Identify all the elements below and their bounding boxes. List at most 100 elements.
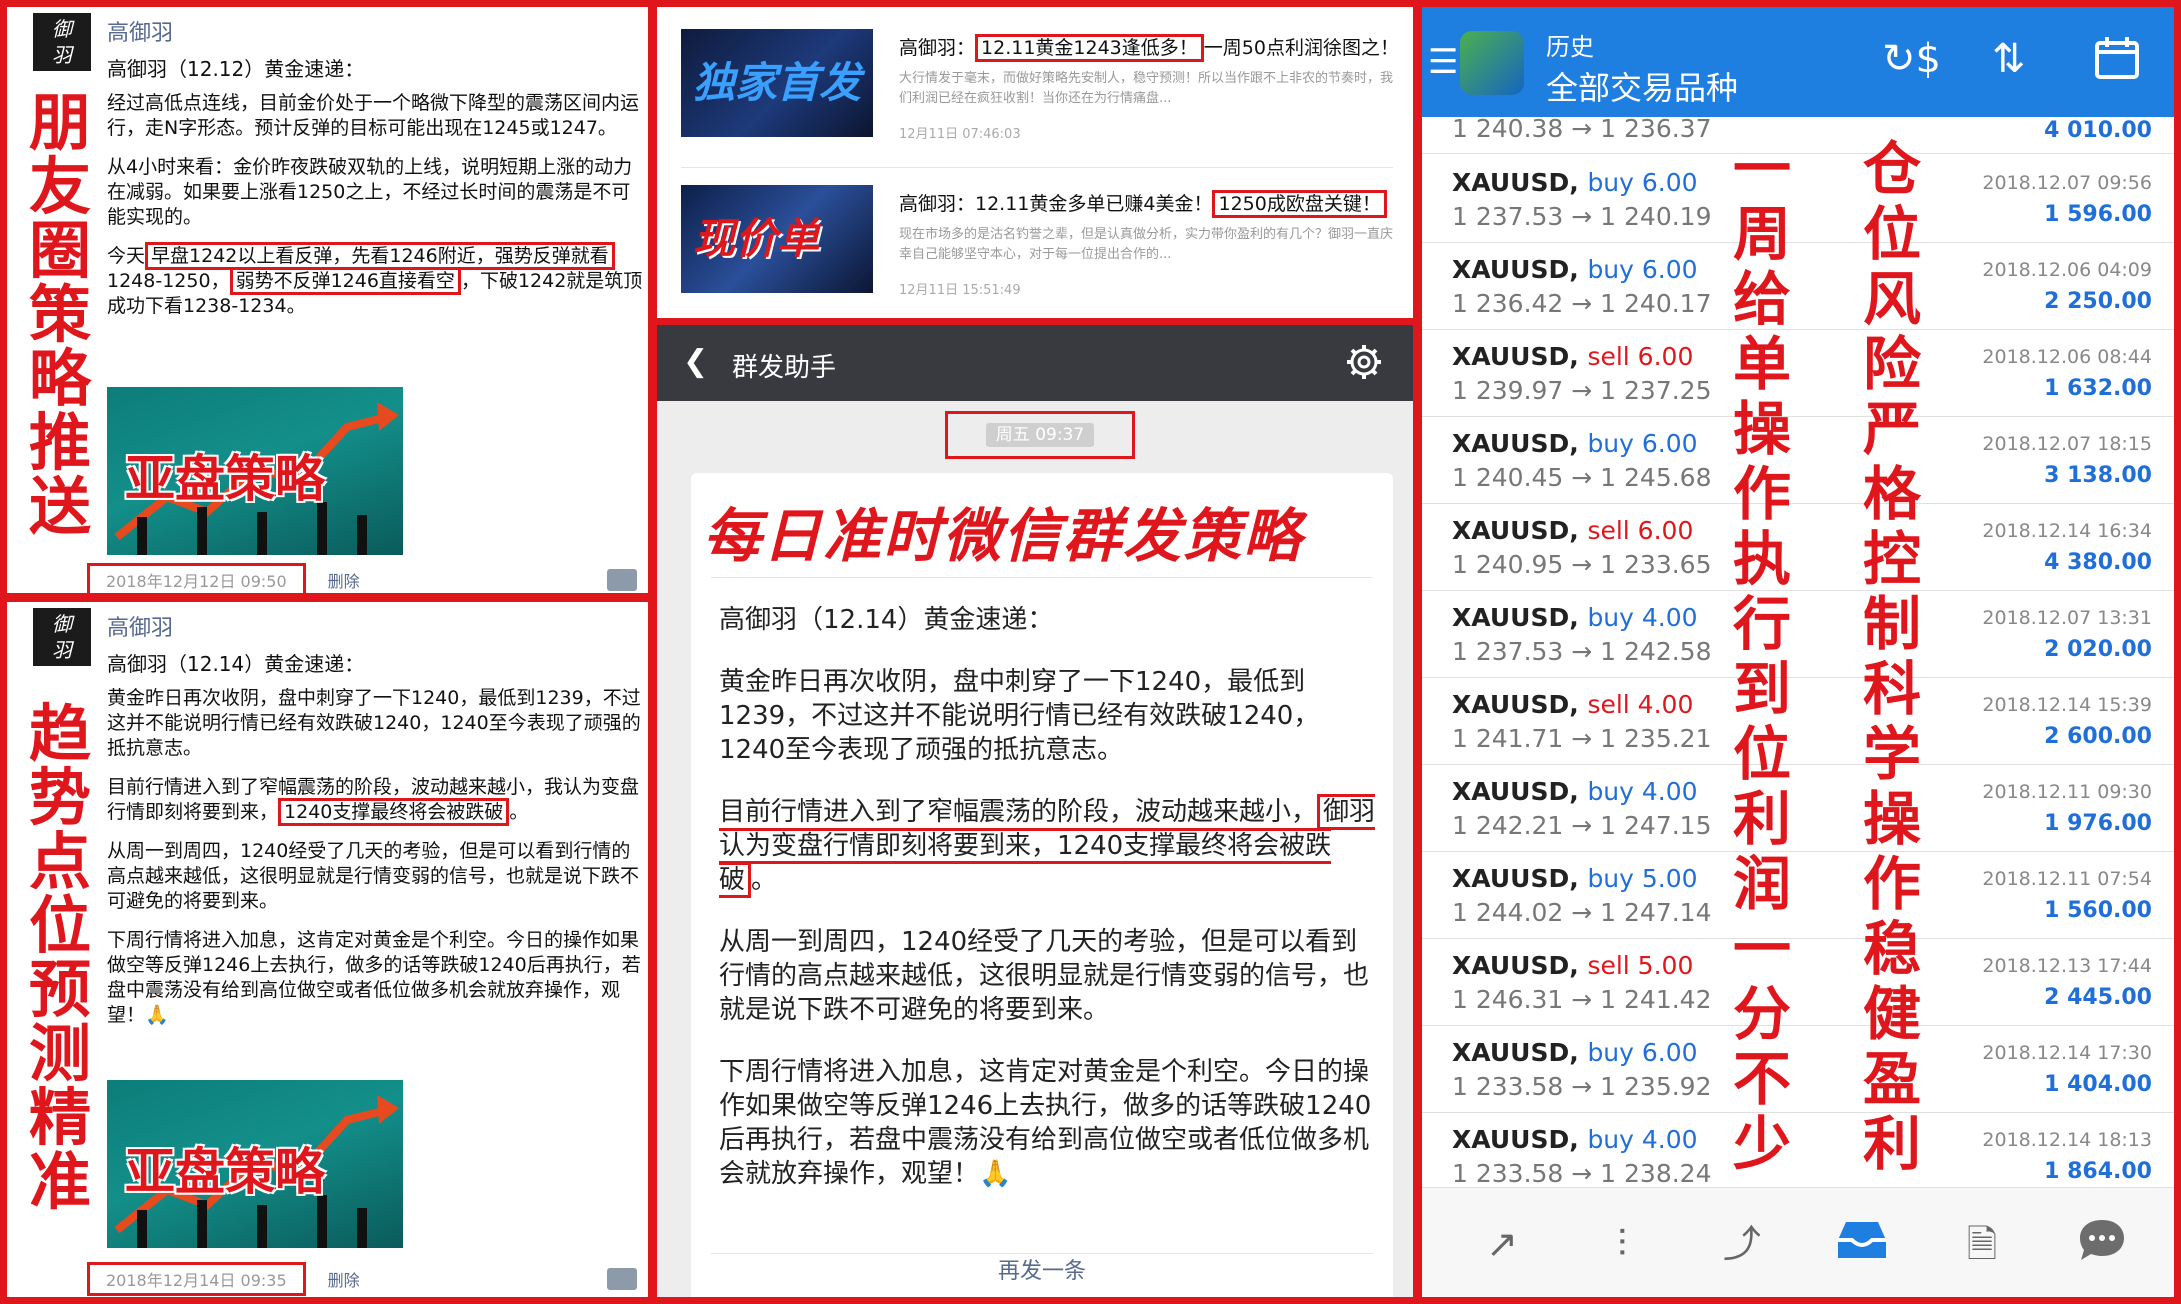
send-again-button[interactable]: 再发一条 xyxy=(691,1253,1393,1285)
bottom-nav: ↗ ⫶ ⤴ 🗎 xyxy=(1422,1187,2174,1297)
trade-symbol: XAUUSD, sell 6.00 xyxy=(1452,342,1693,371)
chart-icon[interactable]: ⫶ xyxy=(1592,1216,1652,1272)
post-meta: 2018年12月14日 09:35 删除 xyxy=(87,1262,360,1296)
message-paragraph: 下周行情将进入加息，这肯定对黄金是个利空。今日的操作如果做空等反弹1246上去执… xyxy=(719,1057,1372,1189)
news-icon[interactable]: 🗎 xyxy=(1952,1216,2012,1272)
trade-profit: 4 010.00 xyxy=(2044,118,2152,143)
trade-symbol: XAUUSD, sell 5.00 xyxy=(1452,951,1693,980)
trade-side: buy 4.00 xyxy=(1587,603,1698,632)
comment-icon[interactable] xyxy=(607,569,637,591)
article-title-text: 高御羽：12.11黄金多单已赚4美金！ xyxy=(899,193,1213,215)
banner-title: 亚盘策略 xyxy=(125,1142,325,1201)
trade-prices: 1 240.95 → 1 233.65 xyxy=(1452,550,1712,579)
header-title[interactable]: 全部交易品种 xyxy=(1546,63,1738,109)
menu-icon[interactable]: ☰ xyxy=(1428,45,1458,79)
trade-profit: 2 600.00 xyxy=(2044,724,2152,749)
trade-prices: 1 244.02 → 1 247.14 xyxy=(1452,898,1712,927)
history-icon[interactable] xyxy=(1832,1216,1892,1272)
trade-profit: 1 404.00 xyxy=(2044,1072,2152,1097)
post-paragraph: 经过高低点连线，目前金价处于一个略微下降型的震荡区间内运行，走N字形态。预计反弹… xyxy=(107,92,640,139)
message-paragraph: 黄金昨日再次收阴，盘中刺穿了一下1240，最低到1239，不过这并不能说明行情已… xyxy=(719,667,1320,765)
article-list: 独家首发 高御羽： 12.11黄金1243逢低多！ 一周50点利润徐图之！ 大行情发… xyxy=(650,0,1420,326)
trade-symbol: XAUUSD, buy 4.00 xyxy=(1452,777,1698,806)
trade-profit: 3 138.00 xyxy=(2044,463,2152,488)
trade-side: buy 4.00 xyxy=(1587,777,1698,806)
post-timestamp: 2018年12月12日 09:50 xyxy=(87,563,306,593)
symbol-label: XAUUSD, xyxy=(1452,951,1579,980)
post-text: 。 xyxy=(509,801,529,823)
header-subtitle: 历史 xyxy=(1546,33,1594,61)
post-paragraph: 下周行情将进入加息，这肯定对黄金是个利空。今日的操作如果做空等反弹1246上去执… xyxy=(107,929,641,1026)
message-time-label: 周五 09:37 xyxy=(985,423,1095,447)
trade-profit: 4 380.00 xyxy=(2044,550,2152,575)
currency-swap-icon[interactable]: ↻$ xyxy=(1882,35,1941,83)
post-paragraph: 黄金昨日再次收阴，盘中刺穿了一下1240，最低到1239，不过这并不能说明行情已… xyxy=(107,687,641,759)
trade-icon[interactable]: ⤴ xyxy=(1712,1216,1772,1272)
symbol-label: XAUUSD, xyxy=(1452,1038,1579,1067)
message-body: 高御羽（12.14）黄金速递： 黄金昨日再次收阴，盘中刺穿了一下1240，最低到… xyxy=(719,603,1379,1219)
post-title: 高御羽（12.14）黄金速递： xyxy=(107,652,365,676)
sort-icon[interactable]: ⇅ xyxy=(1992,35,2026,83)
trade-side: sell 6.00 xyxy=(1587,342,1694,371)
post-title: 高御羽（12.12）黄金速递： xyxy=(107,57,365,81)
delete-link[interactable]: 删除 xyxy=(328,1271,360,1290)
banner-title: 亚盘策略 xyxy=(125,449,325,508)
trade-profit: 1 864.00 xyxy=(2044,1159,2152,1184)
gear-icon[interactable] xyxy=(1345,343,1383,385)
trade-profit: 2 020.00 xyxy=(2044,637,2152,662)
symbol-label: XAUUSD, xyxy=(1452,342,1579,371)
article-title-text: 一周50点利润徐图之！ xyxy=(1203,37,1399,59)
article-item[interactable]: 现价单 高御羽：12.11黄金多单已赚4美金！ 1250成欧盘关键！ 现在市场多的… xyxy=(667,169,1413,319)
symbol-label: XAUUSD, xyxy=(1452,603,1579,632)
trade-prices: 1 241.71 → 1 235.21 xyxy=(1452,724,1712,753)
article-thumbnail: 现价单 xyxy=(681,185,873,293)
post-paragraph: 今天 早盘1242以上看反弹，先看1246附近，强势反弹就看1248-1250，弱… xyxy=(107,242,647,319)
vertical-caption: 一周给单操作执行到位利润一分不少 xyxy=(1732,135,1791,1178)
author-name[interactable]: 高御羽 xyxy=(107,15,173,47)
trade-date: 2018.12.11 07:54 xyxy=(1982,868,2152,890)
post-paragraph: 从4小时来看：金价昨夜跌破双轨的上线，说明短期上涨的动力在减弱。如果要上涨看12… xyxy=(107,156,633,228)
message-text: 目前行情进入到了窄幅震荡的阶段，波动越来越小， xyxy=(719,797,1318,827)
trade-symbol: XAUUSD, buy 6.00 xyxy=(1452,429,1698,458)
comment-icon[interactable] xyxy=(607,1268,637,1290)
trade-date: 2018.12.07 18:15 xyxy=(1982,433,2152,455)
strategy-banner-image[interactable]: 亚盘策略 xyxy=(107,1080,403,1248)
trade-prices: 1 242.21 → 1 247.15 xyxy=(1452,811,1712,840)
article-time: 12月11日 15:51:49 xyxy=(899,283,1021,298)
strategy-banner-image[interactable]: 亚盘策略 xyxy=(107,387,403,555)
article-item[interactable]: 独家首发 高御羽： 12.11黄金1243逢低多！ 一周50点利润徐图之！ 大行情发… xyxy=(667,13,1413,163)
trade-side: sell 5.00 xyxy=(1587,951,1694,980)
trade-side: sell 4.00 xyxy=(1587,690,1694,719)
trade-profit: 2 445.00 xyxy=(2044,985,2152,1010)
article-title: 高御羽： 12.11黄金1243逢低多！ 一周50点利润徐图之！ xyxy=(899,33,1399,62)
moments-post-1212: 朋友圈策略推送 御羽 高御羽 高御羽（12.12）黄金速递： 经过高低点连线，目… xyxy=(0,0,655,600)
avatar[interactable]: 御羽 xyxy=(33,13,91,71)
article-summary: 大行情发于毫末，而做好策略先安制人，稳守预测！所以当作跟不上非农的节奏时，我们利… xyxy=(899,71,1394,106)
trade-prices: 1 233.58 → 1 235.92 xyxy=(1452,1072,1712,1101)
post-paragraph: 目前行情进入到了窄幅震荡的阶段，波动越来越小，我认为变盘行情即刻将要到来， 124… xyxy=(107,775,647,826)
header-title: 群发助手 xyxy=(732,353,837,383)
post-timestamp: 2018年12月14日 09:35 xyxy=(87,1262,306,1296)
delete-link[interactable]: 删除 xyxy=(328,572,360,591)
quotes-icon[interactable]: ↗ xyxy=(1472,1216,1532,1272)
trade-side: buy 6.00 xyxy=(1587,429,1698,458)
vertical-caption: 趋势点位预测精准 xyxy=(28,697,91,1218)
calendar-icon[interactable] xyxy=(2094,35,2140,92)
chat-icon[interactable] xyxy=(2072,1216,2132,1272)
symbol-label: XAUUSD, xyxy=(1452,255,1579,284)
symbol-label: XAUUSD, xyxy=(1452,690,1579,719)
trade-symbol: XAUUSD, buy 6.00 xyxy=(1452,255,1698,284)
avatar[interactable]: 御羽 xyxy=(33,608,91,666)
trade-symbol: XAUUSD, sell 4.00 xyxy=(1452,690,1693,719)
trade-prices: 1 236.42 → 1 240.17 xyxy=(1452,289,1712,318)
vertical-caption: 朋友圈策略推送 xyxy=(28,86,91,543)
trade-date: 2018.12.14 18:13 xyxy=(1982,1129,2152,1151)
trade-date: 2018.12.06 08:44 xyxy=(1982,346,2152,368)
author-name[interactable]: 高御羽 xyxy=(107,610,173,642)
trade-prices: 1 239.97 → 1 237.25 xyxy=(1452,376,1712,405)
vertical-caption: 仓位风险严格控制科学操作稳健盈利 xyxy=(1862,135,1921,1178)
trade-profit: 1 560.00 xyxy=(2044,898,2152,923)
highlight-box: 早盘1242以上看反弹，先看1246附近，强势反弹就看 xyxy=(145,242,615,270)
app-header: ❮ 群发助手 xyxy=(657,325,1413,401)
back-arrow-icon[interactable]: ❮ xyxy=(683,345,708,379)
